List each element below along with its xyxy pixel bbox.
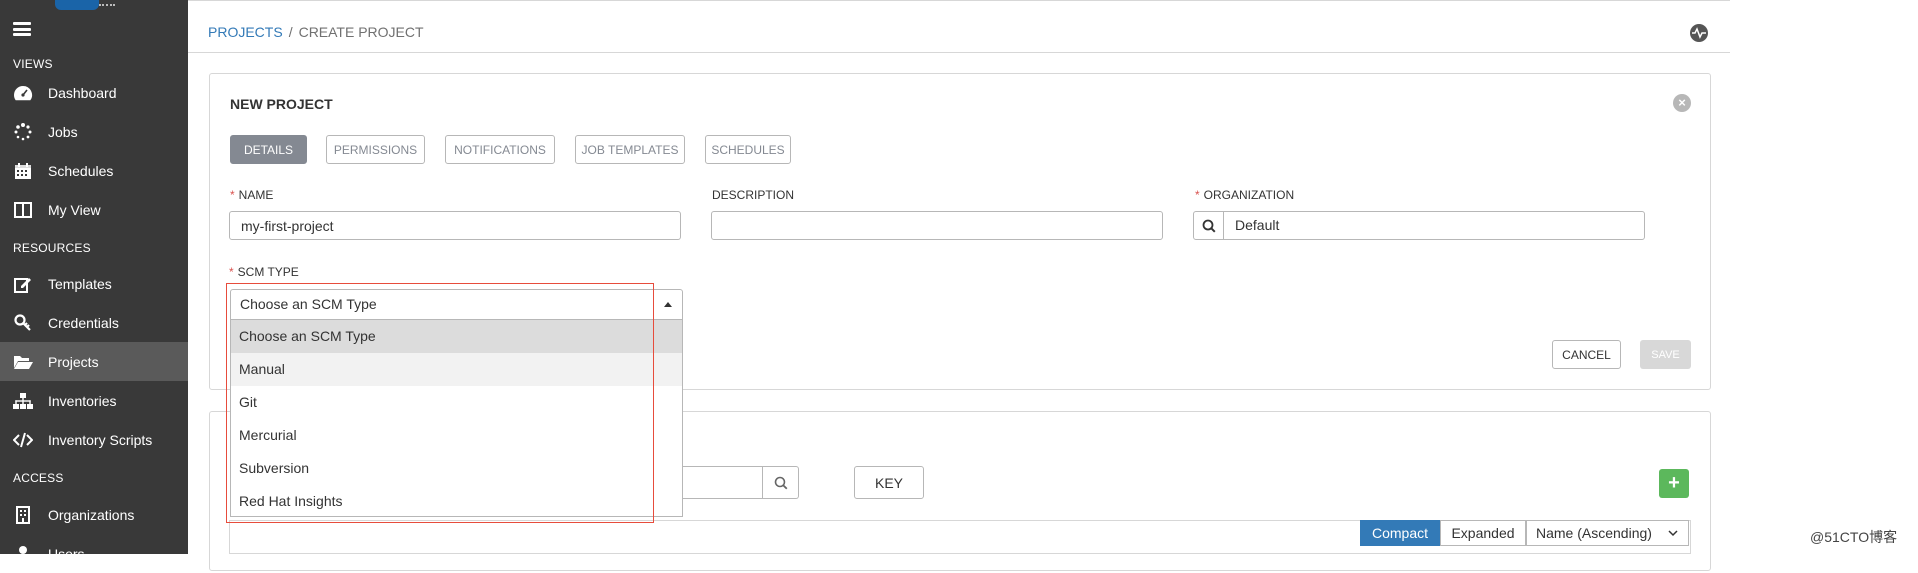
organization-value: Default (1235, 217, 1280, 233)
scm-option[interactable]: Mercurial (231, 419, 682, 452)
tab-job-templates[interactable]: JOB TEMPLATES (575, 135, 685, 164)
tab-details[interactable]: DETAILS (230, 135, 307, 164)
sidebar-item-label: Organizations (48, 506, 135, 523)
sidebar-item-credentials[interactable]: Credentials (0, 303, 188, 342)
columns-icon (13, 200, 33, 220)
scm-option[interactable]: Choose an SCM Type (231, 320, 682, 353)
folder-open-icon (13, 352, 33, 372)
sidebar-item-inventories[interactable]: Inventories (0, 381, 188, 420)
sidebar-item-my-view[interactable]: My View (0, 190, 188, 229)
menu-toggle-icon[interactable] (13, 22, 31, 36)
name-label-text: NAME (238, 188, 274, 202)
key-button[interactable]: KEY (854, 466, 924, 499)
search-icon[interactable] (1194, 212, 1224, 239)
sidebar-item-label: Schedules (48, 162, 114, 179)
organization-field[interactable]: Default (1193, 211, 1645, 240)
sort-select[interactable]: Name (Ascending) (1526, 520, 1689, 546)
required-mark: * (229, 265, 234, 279)
sidebar-item-label: Jobs (48, 123, 78, 140)
code-icon (13, 430, 33, 450)
tab-schedules[interactable]: SCHEDULES (705, 135, 791, 164)
scm-type-select[interactable]: Choose an SCM Type (230, 289, 683, 320)
breadcrumb-separator: / (288, 24, 293, 40)
spinner-icon (13, 122, 33, 142)
expanded-view-button[interactable]: Expanded (1440, 520, 1526, 546)
tab-permissions[interactable]: PERMISSIONS (326, 135, 425, 164)
sidebar-item-jobs[interactable]: Jobs (0, 112, 188, 151)
sidebar-item-templates[interactable]: Templates (0, 264, 188, 303)
scm-type-label-text: SCM TYPE (237, 265, 299, 279)
scm-type-selected: Choose an SCM Type (240, 296, 377, 312)
list-search-input[interactable] (683, 466, 799, 499)
sidebar-item-label: Inventory Scripts (48, 431, 153, 448)
sidebar-item-schedules[interactable]: Schedules (0, 151, 188, 190)
scm-type-label: * SCM TYPE (229, 265, 299, 279)
sidebar-item-inventory-scripts[interactable]: Inventory Scripts (0, 420, 188, 459)
tab-notifications[interactable]: NOTIFICATIONS (445, 135, 555, 164)
breadcrumb-current: CREATE PROJECT (298, 24, 424, 40)
close-icon[interactable]: × (1673, 94, 1691, 112)
section-resources: RESOURCES (13, 241, 91, 255)
sidebar-item-organizations[interactable]: Organizations (0, 495, 188, 534)
breadcrumb: PROJECTS / CREATE PROJECT (208, 24, 424, 40)
caret-up-icon (664, 302, 672, 307)
sidebar-item-projects[interactable]: Projects (0, 342, 188, 381)
scm-type-dropdown: Choose an SCM Type Manual Git Mercurial … (230, 319, 683, 517)
scm-option[interactable]: Red Hat Insights (231, 485, 682, 518)
name-label: * NAME (230, 188, 273, 202)
sidebar-item-dashboard[interactable]: Dashboard (0, 73, 188, 112)
dashboard-icon (13, 83, 33, 103)
search-icon[interactable] (762, 467, 798, 498)
panel-title: NEW PROJECT (230, 96, 333, 112)
scm-option[interactable]: Subversion (231, 452, 682, 485)
watermark: @51CTO博客 (1810, 529, 1898, 545)
sidebar-item-label: Templates (48, 275, 112, 292)
sidebar-item-label: My View (48, 201, 101, 218)
description-field[interactable] (711, 211, 1163, 240)
breadcrumb-projects-link[interactable]: PROJECTS (208, 24, 283, 40)
required-mark: * (1195, 188, 1200, 202)
sidebar-item-label: Dashboard (48, 84, 117, 101)
activity-stream-icon[interactable] (1690, 24, 1708, 42)
building-icon (13, 505, 33, 525)
description-label: DESCRIPTION (712, 188, 795, 202)
organization-label-text: ORGANIZATION (1203, 188, 1295, 202)
sitemap-icon (13, 391, 33, 411)
top-bar: PROJECTS / CREATE PROJECT (188, 0, 1730, 53)
sidebar-item-label: Inventories (48, 392, 117, 409)
logo (55, 0, 115, 12)
sidebar-item-label: Credentials (48, 314, 119, 331)
section-access: ACCESS (13, 471, 64, 485)
sidebar-item-label: Projects (48, 353, 99, 370)
chevron-down-icon (1668, 530, 1678, 537)
edit-icon (13, 274, 33, 294)
name-field[interactable]: my-first-project (229, 211, 681, 240)
key-icon (13, 313, 33, 333)
sidebar: VIEWS Dashboard Jobs Schedules My View R… (0, 0, 188, 563)
scm-option[interactable]: Git (231, 386, 682, 419)
required-mark: * (230, 188, 235, 202)
compact-view-button[interactable]: Compact (1360, 520, 1440, 546)
save-button[interactable]: SAVE (1640, 340, 1691, 369)
calendar-icon (13, 161, 33, 181)
sort-label: Name (Ascending) (1536, 525, 1652, 541)
section-views: VIEWS (13, 57, 53, 71)
scm-option[interactable]: Manual (231, 353, 682, 386)
cancel-button[interactable]: CANCEL (1552, 340, 1621, 369)
organization-label: * ORGANIZATION (1195, 188, 1294, 202)
add-button[interactable]: + (1659, 469, 1689, 498)
